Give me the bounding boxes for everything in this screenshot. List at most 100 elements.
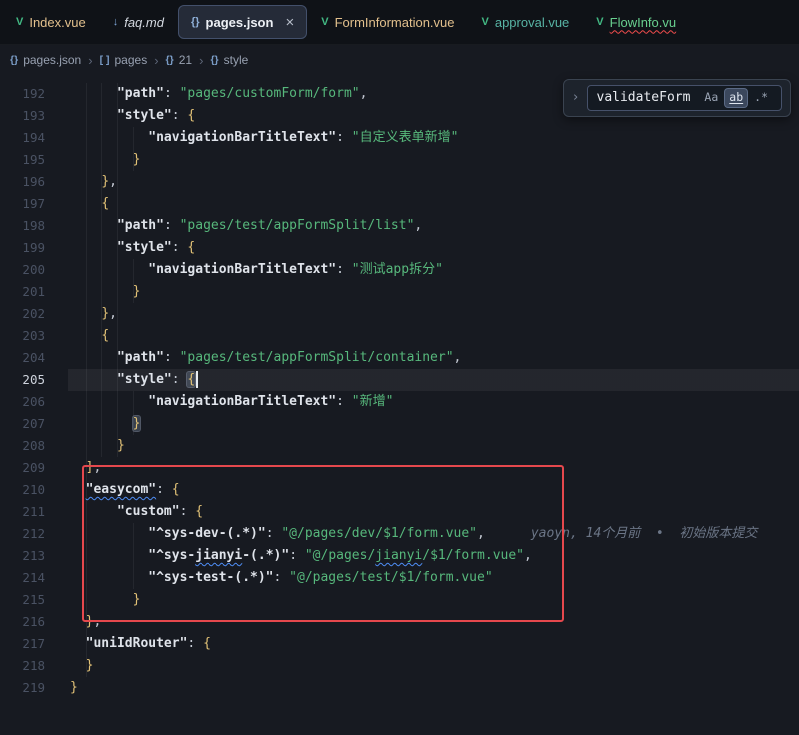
code-text: } xyxy=(68,413,799,435)
vue-icon: V xyxy=(321,17,328,28)
line-number: 219 xyxy=(0,677,68,699)
line-number: 196 xyxy=(0,171,68,193)
code-line-209[interactable]: 209 ], xyxy=(0,457,799,479)
tab-Index.vue[interactable]: VIndex.vue xyxy=(4,6,98,38)
code-text: "uniIdRouter": { xyxy=(68,633,799,655)
code-line-207[interactable]: 207 } xyxy=(0,413,799,435)
code-line-213[interactable]: 213 "^sys-jianyi-(.*)": "@/pages/jianyi/… xyxy=(0,545,799,567)
find-input[interactable]: validateForm Aaab.* xyxy=(587,85,783,111)
regex-toggle[interactable]: .* xyxy=(750,89,772,107)
line-number: 195 xyxy=(0,149,68,171)
tab-label: FlowInfo.vu xyxy=(610,16,676,29)
code-line-216[interactable]: 216 }, xyxy=(0,611,799,633)
code-line-219[interactable]: 219} xyxy=(0,677,799,699)
breadcrumb-item-21[interactable]: {}21 xyxy=(166,53,193,67)
find-query-text: validateForm xyxy=(597,90,691,105)
breadcrumb: {}pages.json›[ ]pages›{}21›{}style xyxy=(0,45,799,75)
code-line-210[interactable]: 210 "easycom": { xyxy=(0,479,799,501)
line-number: 192 xyxy=(0,83,68,105)
line-number: 201 xyxy=(0,281,68,303)
code-text: } xyxy=(68,655,799,677)
code-line-199[interactable]: 199 "style": { xyxy=(0,237,799,259)
line-number: 193 xyxy=(0,105,68,127)
breadcrumb-item-style[interactable]: {} style xyxy=(210,53,248,67)
code-line-203[interactable]: 203 { xyxy=(0,325,799,347)
code-text: "^sys-jianyi-(.*)": "@/pages/jianyi/$1/f… xyxy=(68,545,799,567)
code-line-197[interactable]: 197 { xyxy=(0,193,799,215)
chevron-expand-icon[interactable]: › xyxy=(572,91,580,104)
code-text: } xyxy=(68,435,799,457)
code-line-212[interactable]: 212 "^sys-dev-(.*)": "@/pages/dev/$1/for… xyxy=(0,523,799,545)
line-number: 204 xyxy=(0,347,68,369)
code-text: "^sys-dev-(.*)": "@/pages/dev/$1/form.vu… xyxy=(68,523,799,545)
code-line-205[interactable]: 205 "style": { xyxy=(0,369,799,391)
breadcrumb-label: pages xyxy=(115,53,148,67)
code-text: "custom": { xyxy=(68,501,799,523)
breadcrumb-item-pages.json[interactable]: {}pages.json xyxy=(10,53,81,67)
code-line-214[interactable]: 214 "^sys-test-(.*)": "@/pages/test/$1/f… xyxy=(0,567,799,589)
code-text: "navigationBarTitleText": "新增" xyxy=(68,391,799,413)
code-line-204[interactable]: 204 "path": "pages/test/appFormSplit/con… xyxy=(0,347,799,369)
code-text: "style": { xyxy=(68,237,799,259)
code-line-208[interactable]: 208 } xyxy=(0,435,799,457)
code-text: } xyxy=(68,281,799,303)
code-line-198[interactable]: 198 "path": "pages/test/appFormSplit/lis… xyxy=(0,215,799,237)
code-text: { xyxy=(68,325,799,347)
breadcrumb-separator: › xyxy=(154,53,158,68)
tab-FlowInfo.vu[interactable]: V FlowInfo.vu xyxy=(584,6,688,38)
code-text: "navigationBarTitleText": "测试app拆分" xyxy=(68,259,799,281)
line-number: 214 xyxy=(0,567,68,589)
object-icon: {} xyxy=(210,54,218,66)
tab-pages.json[interactable]: {}pages.json× xyxy=(179,6,306,38)
code-line-201[interactable]: 201 } xyxy=(0,281,799,303)
code-text: "easycom": { xyxy=(68,479,799,501)
close-icon[interactable]: × xyxy=(285,15,294,30)
tab-label: FormInformation.vue xyxy=(335,16,455,29)
code-area: 192 "path": "pages/customForm/form",193 … xyxy=(0,83,799,699)
code-line-211[interactable]: 211 "custom": { xyxy=(0,501,799,523)
find-options: Aaab.* xyxy=(700,89,772,107)
code-line-218[interactable]: 218 } xyxy=(0,655,799,677)
code-line-200[interactable]: 200 "navigationBarTitleText": "测试app拆分" xyxy=(0,259,799,281)
vue-icon: V xyxy=(16,17,23,28)
line-number: 194 xyxy=(0,127,68,149)
tab-FormInformation.vue[interactable]: V FormInformation.vue xyxy=(309,6,466,38)
tab-label: pages.json xyxy=(206,16,274,29)
line-number: 207 xyxy=(0,413,68,435)
code-text: "navigationBarTitleText": "自定义表单新增" xyxy=(68,127,799,149)
whole-word-toggle[interactable]: ab xyxy=(725,89,747,107)
code-line-206[interactable]: 206 "navigationBarTitleText": "新增" xyxy=(0,391,799,413)
match-case-toggle[interactable]: Aa xyxy=(700,89,722,107)
line-number: 198 xyxy=(0,215,68,237)
line-number: 197 xyxy=(0,193,68,215)
line-number: 202 xyxy=(0,303,68,325)
find-widget: › validateForm Aaab.* xyxy=(563,79,791,117)
code-text: } xyxy=(68,149,799,171)
code-line-202[interactable]: 202 }, xyxy=(0,303,799,325)
breadcrumb-label: style xyxy=(224,53,249,67)
breadcrumb-item-pages[interactable]: [ ] pages xyxy=(100,53,148,67)
code-line-215[interactable]: 215 } xyxy=(0,589,799,611)
editor[interactable]: 192 "path": "pages/customForm/form",193 … xyxy=(0,75,799,735)
vue-icon: V xyxy=(596,17,603,28)
code-text: }, xyxy=(68,611,799,633)
breadcrumb-label: pages.json xyxy=(23,53,81,67)
code-line-217[interactable]: 217 "uniIdRouter": { xyxy=(0,633,799,655)
array-icon: [ ] xyxy=(100,54,110,66)
line-number: 209 xyxy=(0,457,68,479)
code-text: } xyxy=(68,589,799,611)
code-line-195[interactable]: 195 } xyxy=(0,149,799,171)
line-number: 217 xyxy=(0,633,68,655)
code-text: "path": "pages/test/appFormSplit/list", xyxy=(68,215,799,237)
line-number: 208 xyxy=(0,435,68,457)
line-number: 218 xyxy=(0,655,68,677)
code-line-196[interactable]: 196 }, xyxy=(0,171,799,193)
tab-approval.vue[interactable]: Vapproval.vue xyxy=(470,6,582,38)
tab-label: approval.vue xyxy=(495,16,569,29)
tab-faq.md[interactable]: ↓faq.md xyxy=(101,6,176,38)
object-icon: {} xyxy=(166,54,174,66)
breadcrumb-separator: › xyxy=(199,53,203,68)
code-line-194[interactable]: 194 "navigationBarTitleText": "自定义表单新增" xyxy=(0,127,799,149)
line-number: 205 xyxy=(0,369,68,391)
breadcrumb-separator: › xyxy=(88,53,92,68)
